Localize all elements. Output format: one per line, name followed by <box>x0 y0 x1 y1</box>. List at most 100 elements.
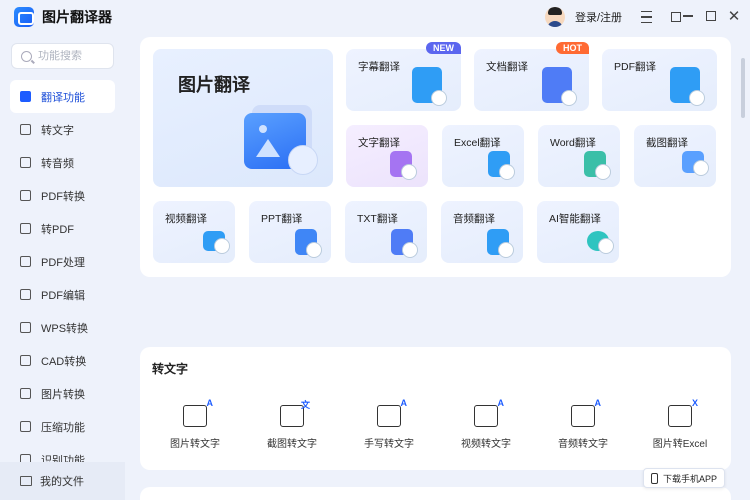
card-label: 字幕翻译 <box>358 61 400 73</box>
card-label: Word翻译 <box>550 137 596 149</box>
sidebar-item-label: CAD转换 <box>41 355 87 368</box>
translate-icon <box>20 91 31 102</box>
maximize-button[interactable] <box>704 9 718 23</box>
search-box[interactable] <box>11 43 114 69</box>
phone-icon <box>650 472 658 484</box>
sidebar-item-to-text[interactable]: 转文字 <box>10 113 115 146</box>
sidebar-item-label: 压缩功能 <box>41 421 85 434</box>
card-label: 截图翻译 <box>646 137 688 149</box>
to-text-panel: 转文字 图片转文字 截图转文字 手写转文字 视频转文字 音频转文字 图片转Exc… <box>140 347 731 470</box>
next-section-panel <box>140 487 731 500</box>
sidebar-item-label: 转文字 <box>41 124 74 137</box>
ai-translate-card[interactable]: AI智能翻译 <box>537 201 619 263</box>
subtitle-icon <box>412 67 447 106</box>
sidebar-item-label: PDF转换 <box>41 190 85 203</box>
sidebar-item-label: 转音频 <box>41 157 74 170</box>
tool-label: 视频转文字 <box>461 439 511 450</box>
sidebar-item-wps[interactable]: WPS转换 <box>10 311 115 344</box>
sidebar-item-label: 翻译功能 <box>41 91 85 104</box>
text-translate-icon <box>390 151 417 180</box>
card-label: PDF翻译 <box>614 61 656 73</box>
close-button[interactable]: ✕ <box>727 8 741 25</box>
new-badge: NEW <box>426 42 461 54</box>
sidebar-item-image-convert[interactable]: 图片转换 <box>10 377 115 410</box>
audio-translate-icon <box>487 229 514 258</box>
audio-to-text-tool[interactable]: 音频转文字 <box>538 398 628 450</box>
sidebar-item-to-pdf[interactable]: 转PDF <box>10 212 115 245</box>
section-title: 转文字 <box>152 362 189 376</box>
sidebar-item-label: PDF处理 <box>41 256 85 269</box>
sidebar-item-pdf-convert[interactable]: PDF转换 <box>10 179 115 212</box>
app-header: 图片翻译器 <box>14 7 112 27</box>
word-translate-card[interactable]: Word翻译 <box>538 125 620 187</box>
card-label: 视频翻译 <box>165 213 207 225</box>
sidebar-nav: 翻译功能 转文字 转音频 PDF转换 转PDF PDF处理 PDF编辑 WPS转… <box>10 80 115 476</box>
compress-icon <box>20 421 31 432</box>
handwriting-text-icon <box>377 398 407 427</box>
pdf-translate-card[interactable]: PDF翻译 <box>602 49 717 111</box>
image-to-text-tool[interactable]: 图片转文字 <box>150 398 240 450</box>
screenshot-translate-card[interactable]: 截图翻译 <box>634 125 716 187</box>
menu-icon[interactable] <box>634 7 658 27</box>
top-bar: 登录/注册 <box>545 7 688 27</box>
document-translate-card[interactable]: 文档翻译 HOT <box>474 42 589 111</box>
scrollbar[interactable] <box>741 58 745 118</box>
card-label: 音频翻译 <box>453 213 495 225</box>
hot-badge: HOT <box>556 42 589 54</box>
audio-translate-card[interactable]: 音频翻译 <box>441 201 523 263</box>
sidebar-item-to-audio[interactable]: 转音频 <box>10 146 115 179</box>
download-label: 下载手机APP <box>662 473 717 484</box>
sidebar-item-label: 图片转换 <box>41 388 85 401</box>
excel-translate-card[interactable]: Excel翻译 <box>442 125 524 187</box>
text-translate-card[interactable]: 文字翻译 <box>346 125 428 187</box>
image-excel-icon <box>668 398 698 427</box>
card-label: PPT翻译 <box>261 213 303 225</box>
tool-label: 截图转文字 <box>267 439 317 450</box>
card-label: TXT翻译 <box>357 213 398 225</box>
download-app-button[interactable]: 下载手机APP <box>643 468 725 488</box>
pdf-icon <box>670 67 705 106</box>
word-icon <box>584 151 611 180</box>
login-link[interactable]: 登录/注册 <box>575 9 622 25</box>
audio-text-icon <box>571 398 601 427</box>
sidebar-item-pdf-edit[interactable]: PDF编辑 <box>10 278 115 311</box>
sidebar-item-pdf-process[interactable]: PDF处理 <box>10 245 115 278</box>
image-translate-card[interactable]: 图片翻译 <box>153 49 333 187</box>
card-label: Excel翻译 <box>454 137 501 149</box>
sidebar-item-label: PDF编辑 <box>41 289 85 302</box>
pdf-edit-icon <box>20 289 31 300</box>
text-icon <box>20 124 31 135</box>
minimize-button[interactable] <box>681 9 695 23</box>
audio-icon <box>20 157 31 168</box>
sidebar-item-compress[interactable]: 压缩功能 <box>10 410 115 443</box>
tool-label: 音频转文字 <box>558 439 608 450</box>
handwriting-to-text-tool[interactable]: 手写转文字 <box>344 398 434 450</box>
ppt-icon <box>295 229 322 258</box>
txt-icon <box>391 229 418 258</box>
sidebar-item-label: 转PDF <box>41 223 74 236</box>
sidebar-item-cad[interactable]: CAD转换 <box>10 344 115 377</box>
card-label: AI智能翻译 <box>549 213 601 225</box>
video-icon <box>203 231 230 254</box>
tool-label: 图片转文字 <box>170 439 220 450</box>
txt-translate-card[interactable]: TXT翻译 <box>345 201 427 263</box>
video-translate-card[interactable]: 视频翻译 <box>153 201 235 263</box>
video-to-text-tool[interactable]: 视频转文字 <box>441 398 531 450</box>
sidebar-item-translate[interactable]: 翻译功能 <box>10 80 115 113</box>
search-icon <box>21 50 32 62</box>
avatar[interactable] <box>545 7 565 27</box>
ai-robot-icon <box>587 231 614 254</box>
subtitle-translate-card[interactable]: 字幕翻译 NEW <box>346 42 461 111</box>
folder-icon <box>20 476 32 486</box>
my-files-button[interactable]: 我的文件 <box>0 462 125 500</box>
screenshot-to-text-tool[interactable]: 截图转文字 <box>247 398 337 450</box>
app-logo-icon <box>14 7 34 27</box>
excel-icon <box>488 151 515 180</box>
ppt-translate-card[interactable]: PPT翻译 <box>249 201 331 263</box>
image-to-excel-tool[interactable]: 图片转Excel <box>635 398 725 450</box>
search-input[interactable] <box>38 50 108 62</box>
my-files-label: 我的文件 <box>40 476 84 488</box>
sidebar: 图片翻译器 翻译功能 转文字 转音频 PDF转换 转PDF PDF处理 PDF编… <box>0 0 125 500</box>
tool-label: 图片转Excel <box>652 439 708 450</box>
sidebar-item-label: WPS转换 <box>41 322 89 335</box>
